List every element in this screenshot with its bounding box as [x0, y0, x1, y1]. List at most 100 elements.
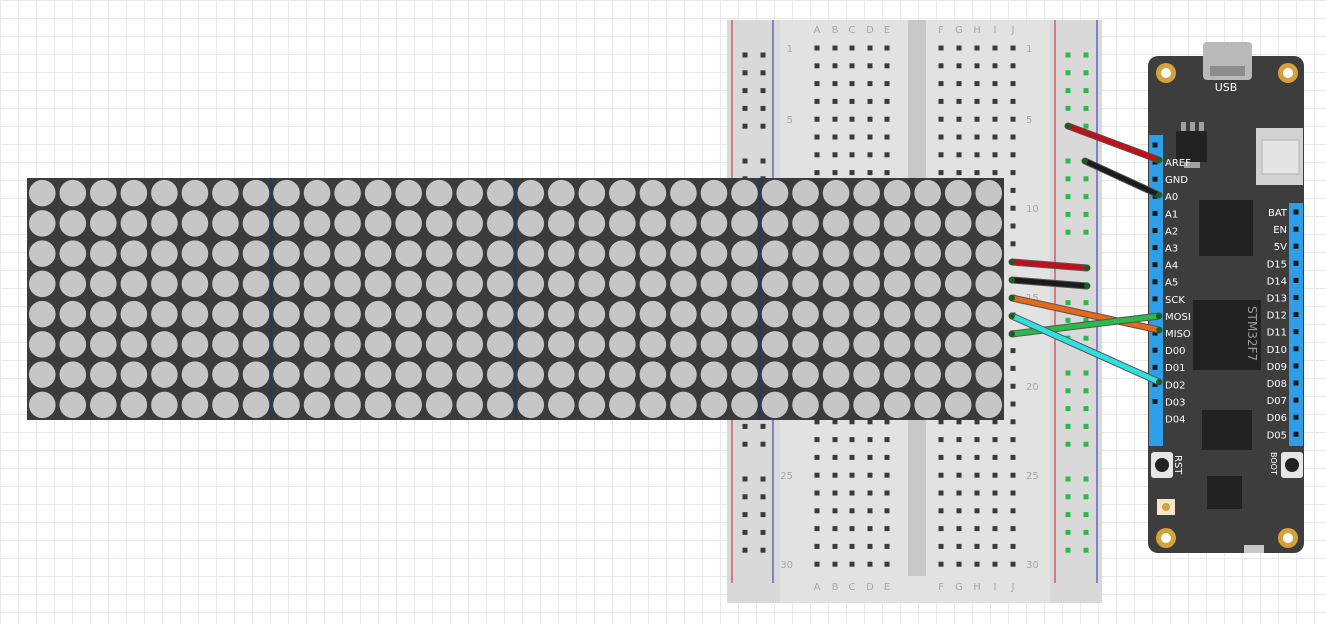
rail-hole: [1065, 370, 1071, 376]
column-label: D: [866, 582, 874, 593]
header-pin: [1293, 243, 1299, 249]
matrix-led: [517, 391, 545, 419]
boot-button-cap[interactable]: [1285, 458, 1299, 472]
rst-button-cap[interactable]: [1155, 458, 1169, 472]
matrix-led: [792, 210, 819, 237]
breadboard-hole: [832, 490, 838, 496]
matrix-led: [639, 210, 667, 237]
rail-hole: [1083, 494, 1089, 500]
matrix-led: [700, 270, 728, 298]
breadboard-hole: [832, 98, 838, 104]
breadboard-hole: [956, 98, 962, 104]
breadboard-hole: [938, 419, 944, 425]
rail-hole: [760, 123, 766, 129]
breadboard-hole: [1010, 45, 1016, 51]
rail-hole: [1083, 229, 1089, 235]
matrix-led: [273, 270, 300, 298]
breadboard-hole: [814, 490, 820, 496]
header-pin: [1152, 245, 1158, 251]
header-pin: [1293, 209, 1299, 215]
breadboard-hole: [867, 63, 873, 69]
rail-hole: [760, 158, 766, 164]
breadboard-hole: [884, 508, 890, 514]
matrix-led: [639, 391, 667, 419]
matrix-led: [761, 270, 789, 298]
breadboard-hole: [992, 98, 998, 104]
matrix-led: [212, 270, 239, 298]
matrix-led: [670, 210, 697, 237]
breadboard-hole: [832, 437, 838, 443]
breadboard-hole: [938, 81, 944, 87]
matrix-led: [28, 361, 56, 388]
rail-hole: [1083, 176, 1089, 182]
matrix-led: [212, 179, 239, 207]
matrix-led: [853, 210, 880, 237]
led-matrix: [27, 178, 1004, 420]
rail-hole: [742, 476, 748, 482]
matrix-led: [151, 300, 178, 328]
matrix-led: [456, 240, 484, 267]
rail-hole: [742, 52, 748, 58]
breadboard-hole: [832, 134, 838, 140]
breadboard-hole: [1010, 187, 1016, 193]
pin-label-d04: D04: [1165, 415, 1185, 426]
matrix-led: [883, 179, 911, 207]
matrix-led: [242, 391, 270, 419]
matrix-led: [303, 331, 331, 358]
matrix-led: [517, 361, 545, 388]
matrix-led: [700, 300, 728, 328]
matrix-led: [578, 270, 606, 298]
matrix-led: [883, 361, 911, 388]
pin-label-d09: D09: [1267, 362, 1287, 373]
rail-hole: [1065, 494, 1071, 500]
breadboard-hole: [1010, 134, 1016, 140]
breadboard-hole: [814, 561, 820, 567]
rail-hole: [1065, 105, 1071, 111]
rail-hole: [1083, 123, 1089, 129]
matrix-din-wire-end: [1156, 327, 1162, 333]
breadboard-hole: [867, 170, 873, 176]
matrix-led: [59, 270, 87, 298]
rail-hole: [1083, 406, 1089, 412]
rail-hole: [1065, 547, 1071, 553]
rail-hole: [1065, 388, 1071, 394]
breadboard-hole: [938, 170, 944, 176]
matrix-led: [853, 240, 880, 267]
header-pin: [1152, 228, 1158, 233]
mcu-chip-label: STM32F7: [1245, 306, 1259, 361]
vcc-wire-end: [1065, 123, 1071, 129]
rail-hole: [742, 529, 748, 535]
matrix-led: [395, 391, 422, 419]
rail-hole: [1065, 406, 1071, 412]
header-pin: [1293, 226, 1299, 232]
breadboard-hole: [867, 116, 873, 122]
matrix-led: [609, 391, 636, 419]
matrix-led: [212, 240, 239, 267]
matrix-led: [822, 331, 850, 358]
rail-hole: [1065, 88, 1071, 94]
breadboard-hole: [814, 437, 820, 443]
rail-hole: [1065, 176, 1071, 182]
breadboard-hole: [974, 437, 980, 443]
pin-label-5v: 5V: [1274, 242, 1287, 253]
row-label: 30: [1026, 560, 1039, 571]
header-pin: [1293, 312, 1299, 318]
rail-hole: [742, 423, 748, 429]
rail-hole: [1065, 529, 1071, 535]
matrix-led: [212, 331, 239, 358]
matrix-led: [334, 331, 361, 358]
matrix-led: [944, 331, 972, 358]
column-label: E: [884, 25, 890, 36]
matrix-led: [547, 270, 575, 298]
breadboard-hole: [884, 116, 890, 122]
matrix-led: [273, 179, 300, 207]
matrix-led: [914, 391, 941, 419]
rail-hole: [760, 105, 766, 111]
matrix-led: [364, 240, 392, 267]
rail-hole: [1083, 547, 1089, 553]
breadboard-hole: [956, 419, 962, 425]
matrix-led: [59, 331, 87, 358]
matrix-led: [364, 361, 392, 388]
matrix-led: [975, 361, 1003, 388]
breadboard-hole: [1010, 490, 1016, 496]
